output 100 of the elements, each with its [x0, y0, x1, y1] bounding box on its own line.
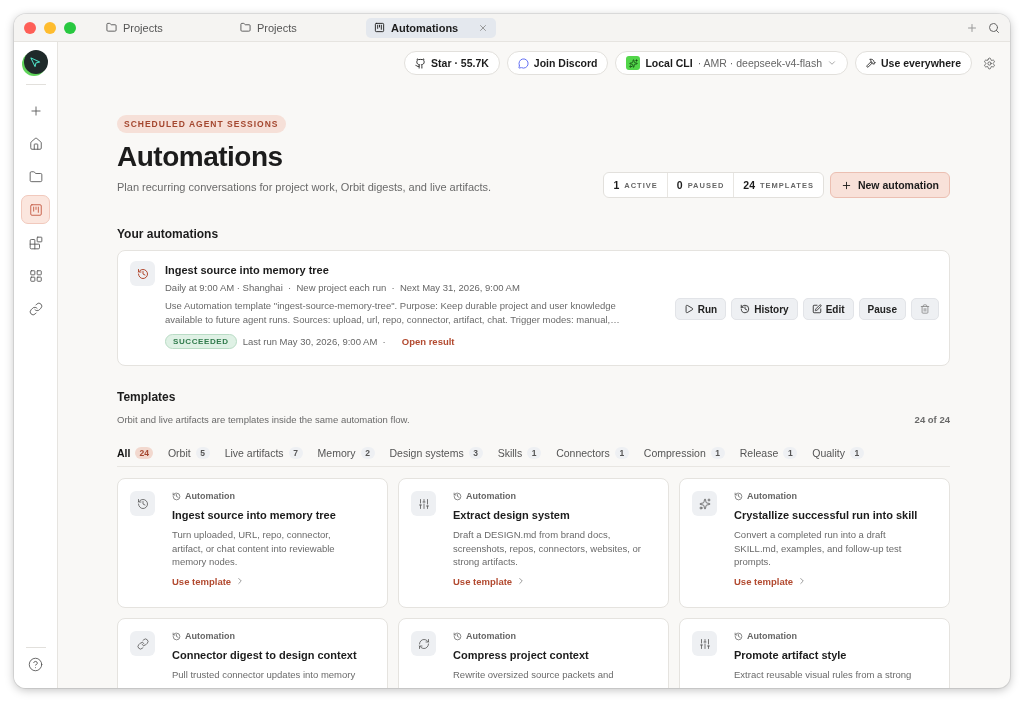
- close-icon[interactable]: [478, 22, 488, 33]
- folder-icon: [240, 22, 251, 33]
- stat-value: 1: [613, 179, 620, 191]
- discord-button[interactable]: Join Discord: [506, 51, 609, 75]
- plus-icon[interactable]: [966, 21, 978, 34]
- use-everywhere-button[interactable]: Use everywhere: [855, 51, 972, 75]
- section-subtitle: Orbit and live artifacts are templates inside the same automation flow.: [117, 414, 410, 425]
- columns-icon: [374, 22, 385, 33]
- history-icon: [136, 497, 149, 510]
- link-icon: [28, 301, 43, 316]
- template-tag: Automation: [747, 631, 797, 641]
- search-icon[interactable]: [988, 21, 1000, 34]
- filter-tab[interactable]: Compression 1: [643, 447, 725, 459]
- history-icon: [734, 631, 743, 641]
- window-tab[interactable]: Projects: [232, 17, 362, 38]
- grid-icon: [28, 268, 43, 283]
- sliders-icon: [698, 637, 711, 650]
- action-button[interactable]: Edit: [802, 298, 854, 320]
- template-title: Connector digest to design context: [172, 649, 358, 661]
- filter-tab[interactable]: Release 1: [739, 447, 798, 459]
- github-icon: [415, 57, 427, 69]
- play-icon: [683, 304, 694, 314]
- template-tag: Automation: [747, 491, 797, 501]
- filter-tab[interactable]: Memory 2: [317, 447, 375, 459]
- open-result-link[interactable]: Open result: [401, 336, 455, 347]
- refresh-icon: [417, 637, 430, 650]
- page-subtitle: Plan recurring conversations for project work, Orbit digests, and live artifacts.: [117, 181, 492, 193]
- template-description: Pull trusted connector updates into memory: [172, 668, 357, 682]
- action-button[interactable]: History: [731, 298, 798, 320]
- plus-icon: [840, 179, 852, 191]
- filter-tab[interactable]: Live artifacts 7: [224, 447, 303, 459]
- template-title: Crystallize successful run into skill: [734, 509, 919, 521]
- history-icon: [130, 261, 155, 286]
- folder-icon: [28, 169, 43, 184]
- sliders-icon: [417, 497, 430, 510]
- template-description: Draft a DESIGN.md from brand docs, screenshots, repos, connectors, websites, or strong artifacts.: [453, 528, 642, 569]
- template-description: Convert a completed run into a draft SKILL.md, examples, and follow-up test prompts.: [734, 528, 903, 569]
- page-title: Automations: [117, 141, 284, 173]
- template-tag: Automation: [466, 491, 516, 501]
- trash-icon: [920, 304, 930, 314]
- sidebar-button[interactable]: [21, 195, 50, 224]
- template-title: Promote artifact style: [734, 649, 848, 661]
- folder-icon: [106, 22, 117, 33]
- automation-description: Use Automation template "ingest-source-memory-tree". Purpose: Keep durable project and user knowledge available to future agent runs. Sources: upload, url, repo, connector, artifact, chat. Trigger modes: manual,…: [165, 299, 621, 327]
- action-button[interactable]: Run: [674, 298, 727, 320]
- template-title: Compress project context: [453, 649, 590, 661]
- filter-tab[interactable]: Connectors 1: [556, 447, 629, 459]
- caret-icon: [827, 58, 837, 68]
- use-template-link[interactable]: Use template: [453, 575, 643, 587]
- section-badge: SCHEDULED AGENT SESSIONS: [117, 115, 286, 133]
- history-icon: [453, 631, 462, 641]
- use-template-link[interactable]: Use template: [734, 575, 924, 587]
- blocks-icon: [28, 235, 43, 250]
- edit-icon: [811, 304, 822, 314]
- model-selector[interactable]: Local CLI · AMR · deepseek-v4-flash: [615, 51, 848, 75]
- template-title: Extract design system: [453, 509, 571, 521]
- filter-tab[interactable]: Orbit 5: [167, 447, 210, 459]
- history-icon: [453, 491, 462, 501]
- action-button[interactable]: Pause: [858, 298, 906, 320]
- template-description: Rewrite oversized source packets and: [453, 668, 615, 682]
- close-dot[interactable]: [24, 21, 36, 34]
- help-button[interactable]: [28, 657, 43, 672]
- stat-value: 0: [676, 179, 683, 191]
- filter-tab[interactable]: Quality 1: [812, 447, 864, 459]
- hammer-icon: [866, 58, 876, 68]
- status-badge: SUCCEEDED: [165, 334, 237, 349]
- stat-value: 24: [743, 179, 756, 191]
- home-icon: [28, 136, 43, 151]
- section-heading: Your automations: [117, 227, 220, 241]
- schedule-text: Daily at 9:00 AM · Shanghai · New project each run · Next May 31, 2026, 9:00 AM: [165, 282, 521, 293]
- minimize-dot[interactable]: [44, 21, 56, 34]
- plus-icon: [28, 103, 43, 118]
- template-count: 24 of 24: [914, 414, 950, 425]
- filter-tab[interactable]: Design systems 3: [389, 447, 483, 459]
- link-icon: [136, 637, 149, 650]
- template-description: Turn uploaded, URL, repo, connector, artifact, or chat content into reviewable memory nodes.: [172, 528, 336, 569]
- template-tag: Automation: [185, 491, 235, 501]
- section-heading: Templates: [117, 390, 177, 404]
- delete-button[interactable]: [911, 298, 939, 320]
- history-icon: [172, 491, 181, 501]
- last-run-text: Last run May 30, 2026, 9:00 AM ·: [242, 336, 386, 347]
- history-icon: [740, 304, 751, 314]
- cli-icon: [626, 56, 641, 70]
- window-tab[interactable]: Automations: [366, 17, 496, 38]
- new-automation-button[interactable]: New automation: [829, 172, 950, 198]
- use-template-link[interactable]: Use template: [172, 575, 362, 587]
- cli-name: Local CLI: [645, 57, 693, 69]
- template-tag: Automation: [185, 631, 235, 641]
- columns-icon: [28, 202, 43, 217]
- star-button[interactable]: Star · 55.7K: [404, 51, 500, 75]
- app-logo[interactable]: [23, 50, 48, 74]
- history-icon: [734, 491, 743, 501]
- automation-title: Ingest source into memory tree: [165, 264, 330, 276]
- chat-icon: [517, 57, 529, 69]
- template-tag: Automation: [466, 631, 516, 641]
- filter-tab[interactable]: Skills 1: [497, 447, 542, 459]
- sparkles-icon: [698, 497, 711, 510]
- window-tab[interactable]: Projects: [98, 17, 228, 38]
- history-icon: [172, 631, 181, 641]
- zoom-dot[interactable]: [64, 21, 76, 34]
